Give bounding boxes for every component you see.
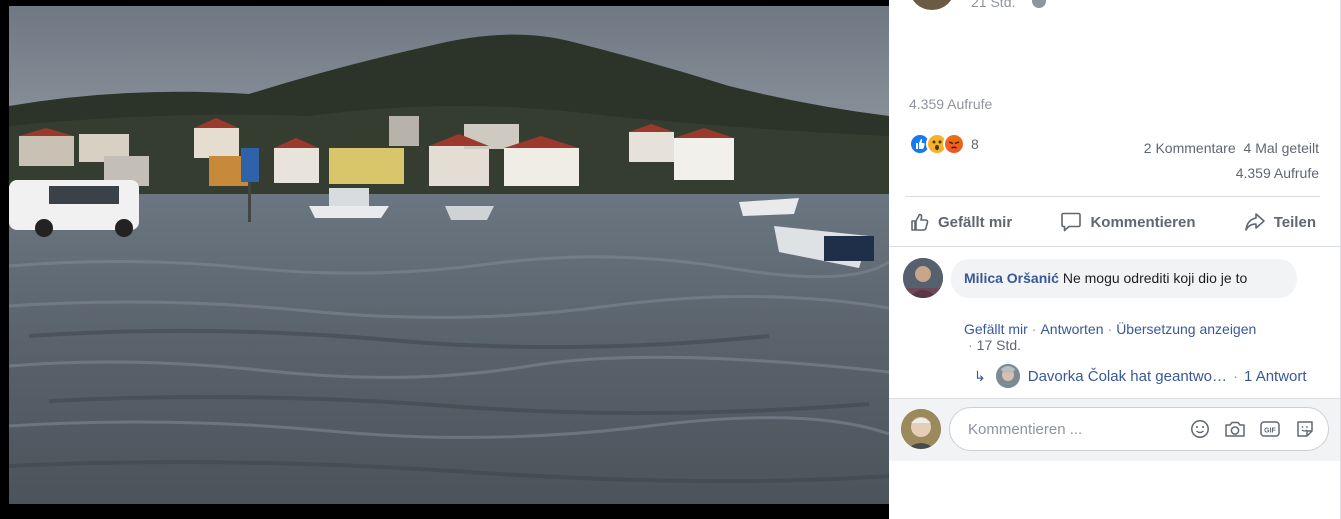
- gif-icon[interactable]: GIF: [1259, 418, 1281, 440]
- comments-count-link[interactable]: 2 Kommentare: [1144, 140, 1236, 156]
- comment-composer[interactable]: GIF: [949, 407, 1329, 451]
- views-count-label: 4.359 Aufrufe: [909, 96, 993, 112]
- comment-bubble: Milica Oršanić Ne mogu odrediti koji dio…: [951, 259, 1297, 298]
- like-button-label: Gefällt mir: [938, 213, 1013, 231]
- share-button-label: Teilen: [1273, 213, 1316, 231]
- camera-icon[interactable]: [1224, 418, 1246, 440]
- reply-arrow-icon: ↳: [974, 367, 986, 384]
- video-frame-image: [9, 6, 889, 504]
- comment-like-link[interactable]: Gefällt mir: [964, 321, 1028, 337]
- comment-button-label: Kommentieren: [1090, 213, 1196, 231]
- views-count: 4.359 Aufrufe: [1235, 165, 1319, 181]
- shares-count-link[interactable]: 4 Mal geteilt: [1244, 140, 1319, 156]
- thumbs-up-icon: [911, 213, 929, 231]
- share-button[interactable]: Teilen: [1239, 211, 1320, 233]
- video-frame: [0, 0, 889, 519]
- reply-preview-text: Davorka Čolak hat geantwo…: [1027, 367, 1228, 385]
- divider: [905, 196, 1320, 197]
- post-timestamp[interactable]: 21 Std.: [971, 0, 1015, 10]
- current-user-avatar[interactable]: [901, 409, 941, 449]
- angry-reaction-icon: [943, 133, 965, 155]
- comment-text: Ne mogu odrediti koji dio je to: [1062, 270, 1248, 286]
- reactions-summary[interactable]: 8: [909, 132, 979, 156]
- comments-divider: [889, 246, 1340, 247]
- globe-icon: [1032, 0, 1046, 8]
- comment-button[interactable]: Kommentieren: [1055, 211, 1199, 233]
- comment-translate-link[interactable]: Übersetzung anzeigen: [1116, 321, 1256, 337]
- commenter-avatar[interactable]: [903, 258, 943, 298]
- author-avatar[interactable]: [910, 0, 954, 10]
- reply-author-avatar: [995, 364, 1020, 388]
- sticker-icon[interactable]: [1294, 418, 1316, 440]
- comment-actions: Gefällt mir · Antworten · Übersetzung anzeig…: [964, 321, 1257, 353]
- share-icon: [1244, 213, 1265, 231]
- comment-input[interactable]: [966, 419, 1176, 439]
- reactions-count: 8: [971, 136, 979, 152]
- comment-reply-link[interactable]: Antworten: [1040, 321, 1103, 337]
- comment-author-link[interactable]: Milica Oršanić: [964, 270, 1059, 286]
- reply-count-link[interactable]: 1 Antwort: [1244, 368, 1307, 385]
- replies-preview[interactable]: ↳ Davorka Čolak hat geantwo… · 1 Antwort: [974, 364, 1307, 388]
- post-action-bar: Gefällt mir Kommentieren Teilen: [905, 202, 1320, 242]
- like-button[interactable]: Gefällt mir: [905, 211, 1016, 233]
- comment-icon: [1061, 212, 1082, 232]
- post-stats: 2 Kommentare 4 Mal geteilt 4.359 Aufrufe: [1140, 136, 1319, 186]
- emoji-icon[interactable]: [1189, 418, 1211, 440]
- post-panel: 21 Std. 4.359 Aufrufe 8 2 Kommentare 4 M…: [889, 0, 1341, 519]
- comment-timestamp[interactable]: 17 Std.: [977, 337, 1021, 353]
- video-player[interactable]: [9, 6, 889, 504]
- svg-text:GIF: GIF: [1264, 428, 1276, 435]
